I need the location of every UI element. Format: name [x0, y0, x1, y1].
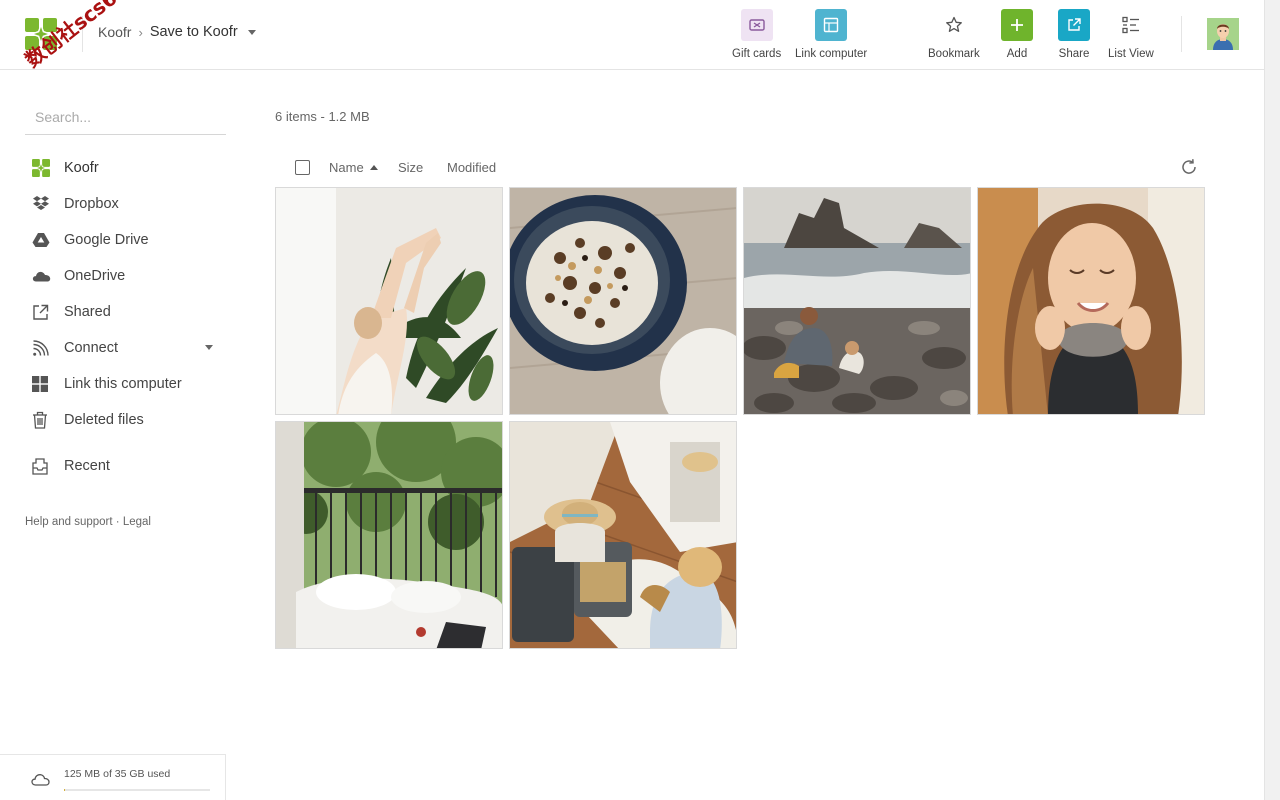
sidebar-item-label: OneDrive: [64, 268, 126, 284]
add-button[interactable]: Add: [1001, 9, 1033, 60]
koofr-icon: [25, 158, 57, 178]
link-computer-label: Link computer: [795, 48, 868, 60]
onedrive-icon: [25, 266, 57, 286]
star-icon: [938, 9, 970, 41]
sidebar-item-label: Link this computer: [64, 376, 182, 392]
column-name-label: Name: [329, 160, 364, 175]
storage-usage[interactable]: 125 MB of 35 GB used: [0, 754, 226, 800]
breadcrumb-current[interactable]: Save to Koofr: [150, 24, 238, 40]
sidebar-item-koofr[interactable]: Koofr: [25, 150, 225, 186]
list-view-label: List View: [1108, 48, 1154, 60]
gift-cards-button[interactable]: Gift cards: [732, 9, 781, 60]
link-computer-button[interactable]: Link computer: [795, 9, 867, 60]
file-thumbnail-stretching-woman[interactable]: [275, 187, 503, 415]
header-divider: [1181, 16, 1182, 52]
sidebar-footer: Help and support · Legal: [25, 516, 151, 528]
avatar[interactable]: [1207, 18, 1239, 50]
google-drive-icon: [25, 230, 57, 250]
sidebar-item-label: Koofr: [64, 160, 99, 176]
select-all-checkbox[interactable]: [295, 160, 310, 175]
file-thumbnail-granola-bowl[interactable]: [509, 187, 737, 415]
trash-icon: [25, 410, 57, 430]
file-thumbnail-balcony-bed[interactable]: [275, 421, 503, 649]
computer-icon: [815, 9, 848, 41]
sidebar-item-label: Recent: [64, 458, 110, 474]
sidebar-item-label: Shared: [64, 304, 111, 320]
caret-down-icon[interactable]: [247, 29, 256, 35]
file-thumbnail-packing-suitcase[interactable]: [509, 421, 737, 649]
add-label: Add: [1006, 48, 1028, 60]
search-input[interactable]: [25, 104, 226, 130]
windows-icon: [25, 374, 57, 394]
footer-separator: ·: [112, 516, 123, 528]
storage-progress-bar: [64, 789, 210, 791]
sidebar-item-label: Deleted files: [64, 412, 144, 428]
plus-icon: [1001, 9, 1033, 41]
share-icon: [1058, 9, 1090, 41]
rss-icon: [25, 338, 57, 358]
legal-link[interactable]: Legal: [123, 516, 151, 528]
dropbox-icon: [25, 194, 57, 214]
file-thumbnail-rocky-beach[interactable]: [743, 187, 971, 415]
storage-progress-fill: [64, 789, 66, 791]
help-support-link[interactable]: Help and support: [25, 516, 113, 528]
column-modified-header[interactable]: Modified: [447, 160, 496, 175]
item-count: 6 items - 1.2 MB: [275, 109, 370, 124]
share-button[interactable]: Share: [1058, 9, 1090, 60]
file-list-header: Name Size Modified: [275, 152, 1205, 182]
sidebar-item-label: Google Drive: [64, 232, 149, 248]
cloud-icon: [31, 773, 50, 791]
page-scrollbar[interactable]: [1264, 0, 1280, 800]
share-label: Share: [1058, 48, 1090, 60]
column-size-header[interactable]: Size: [398, 160, 423, 175]
gift-cards-label: Gift cards: [732, 48, 782, 60]
sidebar-item-shared[interactable]: Shared: [25, 294, 225, 330]
bookmark-label: Bookmark: [928, 48, 980, 60]
sidebar-item-connect[interactable]: Connect: [25, 330, 225, 366]
file-thumbnail-smiling-woman[interactable]: [977, 187, 1205, 415]
sidebar-item-label: Connect: [64, 340, 119, 356]
list-view-icon: [1115, 9, 1147, 41]
list-view-button[interactable]: List View: [1108, 9, 1154, 60]
sidebar-item-deleted-files[interactable]: Deleted files: [25, 402, 225, 438]
sort-ascending-icon: [369, 165, 378, 170]
refresh-icon[interactable]: [1180, 158, 1198, 181]
breadcrumb-root[interactable]: Koofr: [98, 24, 131, 40]
column-name-header[interactable]: Name: [329, 160, 378, 175]
sidebar-item-link-this-computer[interactable]: Link this computer: [25, 366, 225, 402]
sidebar-item-label: Dropbox: [64, 196, 119, 212]
sidebar-item-dropbox[interactable]: Dropbox: [25, 186, 225, 222]
sidebar-item-recent[interactable]: Recent: [25, 448, 225, 484]
breadcrumb: Koofr › Save to Koofr: [98, 24, 256, 40]
search-box: [25, 104, 226, 135]
shared-icon: [25, 302, 57, 322]
storage-text: 125 MB of 35 GB used: [64, 768, 171, 780]
bookmark-button[interactable]: Bookmark: [928, 9, 980, 60]
chevron-right-icon: ›: [138, 24, 143, 40]
sidebar-item-google-drive[interactable]: Google Drive: [25, 222, 225, 258]
top-header: Koofr › Save to Koofr Gift cards Link co…: [0, 0, 1264, 70]
caret-down-icon[interactable]: [205, 345, 213, 350]
recent-icon: [25, 456, 57, 476]
sidebar-item-onedrive[interactable]: OneDrive: [25, 258, 225, 294]
gift-icon: [740, 9, 773, 41]
